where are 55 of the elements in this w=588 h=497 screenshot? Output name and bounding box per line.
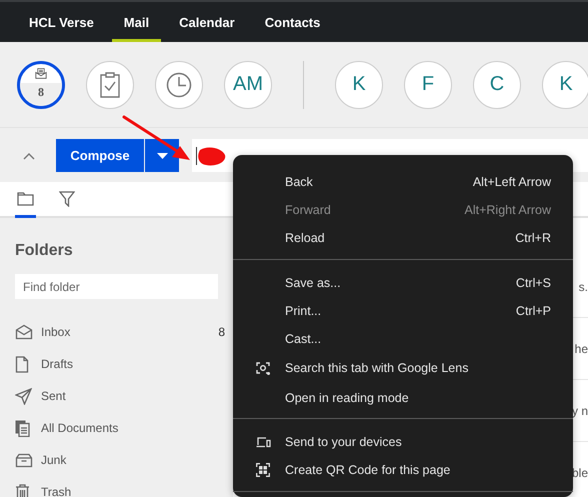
tasks-bubble[interactable] [86, 60, 134, 108]
scribble-mark [198, 148, 226, 166]
lens-icon [256, 361, 270, 375]
contact-bubble[interactable]: F [404, 60, 452, 108]
menu-item[interactable]: Open in reading mode [233, 383, 573, 413]
menu-item[interactable]: Reload Ctrl+R [233, 224, 573, 252]
nav-tab[interactable]: HCL Verse [17, 2, 106, 42]
menu-item[interactable]: Send to your devices [233, 428, 573, 456]
folders-heading: Folders [15, 242, 74, 261]
clipboard-check-icon [100, 72, 120, 98]
devices-icon [256, 436, 271, 448]
shortcut-label: Ctrl+R [515, 231, 551, 245]
folder-item[interactable]: Trash [15, 476, 233, 497]
folder-item[interactable]: Drafts [15, 348, 233, 380]
nav-tab[interactable]: Calendar [167, 2, 247, 42]
qr-code-icon [256, 463, 270, 477]
clock-bubble[interactable] [155, 60, 203, 108]
trash-icon [15, 484, 30, 497]
compose-button[interactable]: Compose [56, 139, 144, 172]
menu-item[interactable]: Create QR Code for this page [233, 456, 573, 484]
menu-item[interactable]: Back Alt+Left Arrow [233, 168, 573, 196]
unread-count: 8 [218, 325, 225, 339]
contact-bubble[interactable]: AM [224, 60, 272, 108]
inbox-bubble[interactable]: 8 [17, 60, 65, 108]
menu-item[interactable]: Print... Ctrl+P [233, 297, 573, 325]
shortcut-label: Ctrl+S [516, 276, 551, 290]
caret-icon [156, 152, 168, 158]
menu-item[interactable]: Cast... [233, 325, 573, 353]
contact-bubble[interactable]: K [335, 60, 383, 108]
envelope-icon [15, 324, 33, 340]
folder-item[interactable]: Inbox 8 [15, 316, 233, 348]
document-icon [15, 356, 29, 372]
nav-tab[interactable]: Mail [112, 2, 162, 42]
paper-plane-icon [15, 388, 32, 404]
message-preview: ble [572, 466, 588, 480]
documents-icon [15, 420, 30, 436]
menu-item[interactable]: Search this tab with Google Lens [233, 353, 573, 383]
message-preview: he [574, 342, 588, 356]
nav-tab[interactable]: Contacts [252, 2, 332, 42]
folder-item[interactable]: Junk [15, 444, 233, 476]
contact-bubble[interactable]: C [473, 60, 521, 108]
folder-item[interactable]: All Documents [15, 412, 233, 444]
message-preview: s. [578, 280, 588, 294]
collapse-caret-icon[interactable] [23, 152, 35, 160]
find-folder-field[interactable]: Find folder [15, 274, 218, 299]
contact-bubble[interactable]: K [542, 60, 588, 108]
tray-icon [15, 452, 33, 468]
shortcut-label: Alt+Left Arrow [472, 175, 551, 189]
shortcut-label: Alt+Right Arrow [464, 203, 551, 217]
clock-icon [166, 72, 192, 98]
folder-item[interactable]: Sent [15, 380, 233, 412]
menu-item[interactable]: Save as... Ctrl+S [233, 269, 573, 297]
compose-menu-button[interactable] [145, 139, 179, 172]
shortcut-label: Ctrl+P [516, 304, 551, 318]
unread-count: 8 [20, 82, 62, 106]
